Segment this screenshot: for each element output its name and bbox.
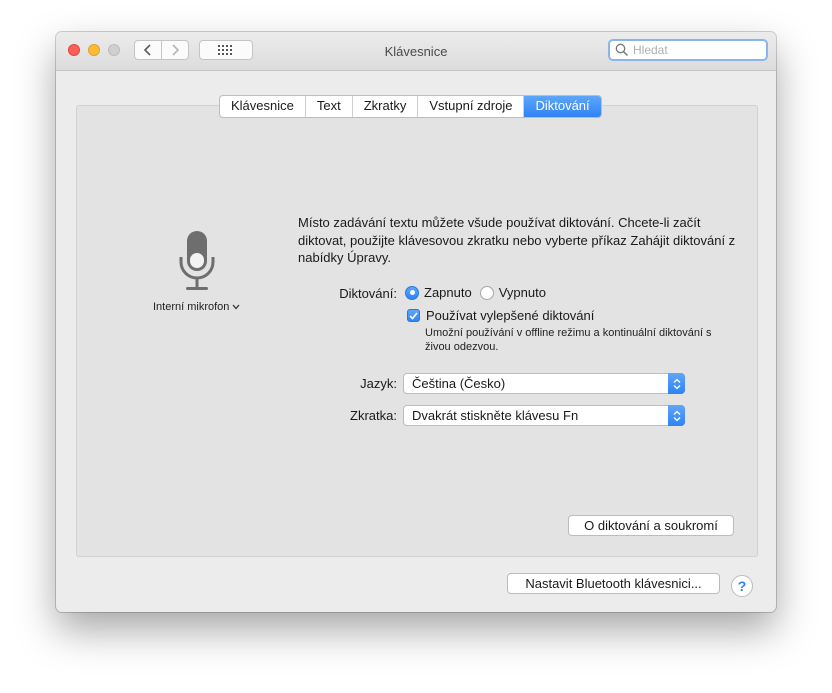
radio-off[interactable] [479,285,494,300]
shortcut-label: Zkratka: [350,408,397,423]
updown-arrows-icon [668,405,685,426]
shortcut-select[interactable]: Dvakrát stiskněte klávesu Fn [403,405,685,426]
language-label: Jazyk: [360,376,397,391]
setup-bluetooth-keyboard-button[interactable]: Nastavit Bluetooth klávesnici... [507,573,720,594]
enhanced-dictation-label: Používat vylepšené diktování [426,308,595,323]
language-value: Čeština (Česko) [412,376,506,391]
microphone-icon [179,231,215,290]
dictation-panel: Interní mikrofon Místo zadávání textu mů… [76,105,758,557]
tab-keyboard[interactable]: Klávesnice [220,96,306,117]
radio-on-label: Zapnuto [424,285,472,300]
language-select[interactable]: Čeština (Česko) [403,373,685,394]
dictation-toggle-label: Diktování: [339,286,397,301]
tab-input-sources[interactable]: Vstupní zdroje [418,96,525,117]
tab-dictation[interactable]: Diktování [524,96,601,117]
help-button[interactable]: ? [731,575,753,597]
search-icon [615,43,629,57]
tab-bar: Klávesnice Text Zkratky Vstupní zdroje D… [219,95,602,118]
tab-shortcuts[interactable]: Zkratky [353,96,419,117]
checkmark-icon [409,311,418,320]
dictation-privacy-button[interactable]: O diktování a soukromí [568,515,734,536]
radio-on[interactable] [405,285,419,300]
preferences-window: Klávesnice Klávesnice Text Zkratky Vstup… [56,32,776,612]
updown-arrows-icon [668,373,685,394]
microphone-source-label: Interní mikrofon [153,301,230,313]
dictation-description: Místo zadávání textu můžete všude použív… [298,215,736,265]
radio-off-label: Vypnuto [498,285,546,300]
enhanced-dictation-checkbox[interactable] [407,309,420,322]
microphone-source-popup[interactable]: Interní mikrofon [153,301,240,313]
search-field[interactable] [608,39,768,61]
chevron-down-icon [232,304,240,310]
tab-text[interactable]: Text [306,96,353,117]
title-bar: Klávesnice [56,32,776,71]
enhanced-dictation-checkbox-row[interactable]: Používat vylepšené diktování [407,308,594,323]
shortcut-value: Dvakrát stiskněte klávesu Fn [412,408,579,423]
enhanced-dictation-note: Umožní používání v offline režimu a kont… [425,327,712,353]
search-input[interactable] [629,43,753,57]
dictation-radio-group: Zapnuto Vypnuto [405,285,546,300]
